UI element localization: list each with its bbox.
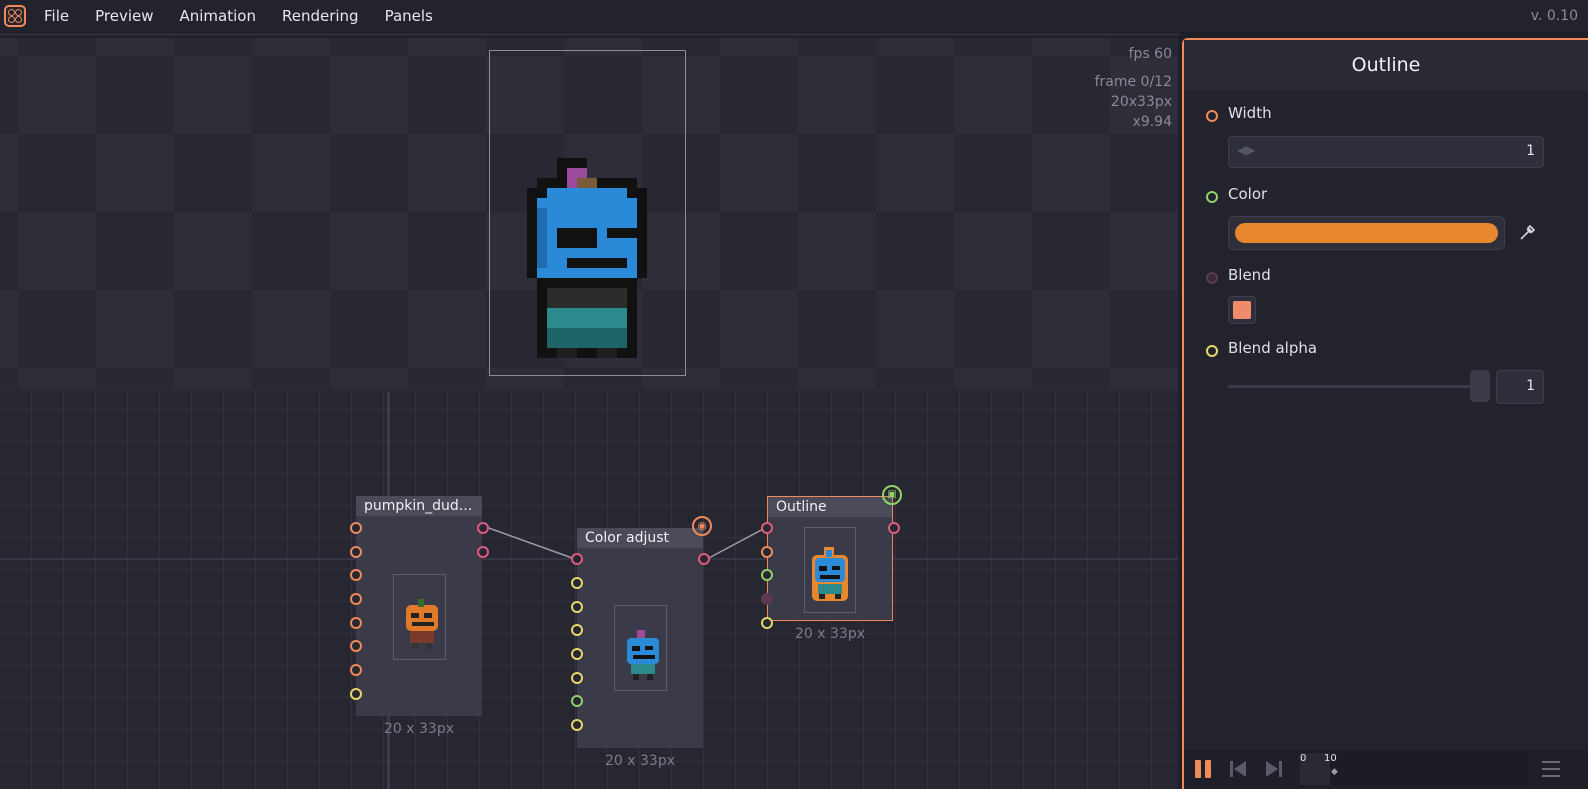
output-port[interactable]	[477, 522, 489, 534]
eye-icon[interactable]: ◉	[692, 516, 712, 536]
node-thumbnail	[614, 605, 667, 691]
node-title: Outline	[768, 497, 892, 517]
node-size-label: 20 x 33px	[384, 721, 454, 737]
color-label: Color	[1228, 185, 1268, 203]
input-port[interactable]	[350, 522, 362, 534]
blend-swatch	[1233, 301, 1251, 319]
node-color-adjust[interactable]: Color adjust	[577, 528, 703, 748]
timeline-track[interactable]: 0 10 ◆	[1300, 753, 1528, 785]
slider-arrows-icon: ◀▶	[1237, 143, 1256, 157]
input-port[interactable]	[761, 593, 773, 605]
timeline-marker-0: 0	[1300, 753, 1307, 764]
input-port[interactable]	[571, 553, 583, 565]
next-frame-icon[interactable]	[1264, 759, 1284, 779]
menu-bar: File Preview Animation Rendering Panels …	[0, 0, 1588, 32]
node-thumbnail	[393, 574, 446, 660]
input-port[interactable]	[571, 672, 583, 684]
node-graph[interactable]: pumpkin_dud... 20 x 33px Color adjust 20…	[0, 392, 1178, 789]
width-port-icon[interactable]	[1206, 110, 1218, 122]
blend-alpha-slider[interactable]	[1228, 385, 1490, 388]
blend-port-icon[interactable]	[1206, 272, 1218, 284]
width-value: 1	[1526, 143, 1535, 159]
previous-frame-icon[interactable]	[1228, 759, 1248, 779]
size-readout: 20x33px	[1110, 94, 1172, 110]
width-label: Width	[1228, 104, 1272, 122]
node-thumbnail	[804, 527, 856, 613]
color-port-icon[interactable]	[1206, 191, 1218, 203]
blend-alpha-port-icon[interactable]	[1206, 345, 1218, 357]
output-port[interactable]	[698, 553, 710, 565]
app-logo-icon[interactable]	[4, 5, 26, 27]
blend-alpha-label: Blend alpha	[1228, 339, 1318, 357]
playback-bar: 0 10 ◆	[1184, 749, 1588, 789]
node-title: pumpkin_dud...	[356, 496, 482, 516]
blend-label: Blend	[1228, 266, 1271, 284]
input-port[interactable]	[761, 569, 773, 581]
node-size-label: 20 x 33px	[795, 626, 865, 642]
color-swatch	[1235, 223, 1498, 243]
preview-sprite	[527, 158, 647, 358]
input-port[interactable]	[350, 688, 362, 700]
input-port[interactable]	[350, 640, 362, 652]
inspector-panel: Outline Width ◀▶ 1 Color Blend Blend alp…	[1182, 38, 1588, 789]
node-image-source[interactable]: pumpkin_dud...	[356, 496, 482, 716]
menu-icon[interactable]	[1542, 761, 1560, 777]
menu-preview[interactable]: Preview	[87, 7, 171, 25]
frame-readout: frame 0/12	[1094, 74, 1172, 90]
input-port[interactable]	[571, 577, 583, 589]
menu-file[interactable]: File	[36, 7, 87, 25]
input-port[interactable]	[350, 664, 362, 676]
version-label: v. 0.10	[1530, 8, 1578, 24]
node-title: Color adjust	[577, 528, 703, 548]
input-port[interactable]	[571, 648, 583, 660]
color-picker-field[interactable]	[1228, 216, 1505, 250]
pause-icon[interactable]	[1194, 759, 1212, 779]
input-port[interactable]	[350, 569, 362, 581]
blend-alpha-value: 1	[1526, 378, 1535, 394]
blend-alpha-field[interactable]: 1	[1496, 370, 1544, 404]
inspector-title: Outline	[1184, 40, 1588, 90]
input-port[interactable]	[571, 624, 583, 636]
input-port[interactable]	[571, 695, 583, 707]
output-port[interactable]	[477, 546, 489, 558]
input-port[interactable]	[761, 617, 773, 629]
node-outline[interactable]: Outline	[767, 496, 893, 621]
width-field[interactable]: ◀▶ 1	[1228, 136, 1544, 168]
menu-animation[interactable]: Animation	[172, 7, 274, 25]
input-port[interactable]	[571, 719, 583, 731]
output-port[interactable]	[888, 522, 900, 534]
input-port[interactable]	[761, 522, 773, 534]
menu-rendering[interactable]: Rendering	[274, 7, 377, 25]
divider	[0, 33, 1180, 36]
fps-readout: fps 60	[1128, 46, 1172, 62]
zoom-readout: x9.94	[1132, 114, 1172, 130]
blend-color-field[interactable]	[1228, 296, 1256, 324]
input-port[interactable]	[571, 601, 583, 613]
eyedropper-icon[interactable]	[1518, 222, 1538, 242]
node-size-label: 20 x 33px	[605, 753, 675, 769]
preview-panel[interactable]: fps 60 frame 0/12 20x33px x9.94	[0, 38, 1178, 388]
input-port[interactable]	[761, 546, 773, 558]
blend-alpha-slider-handle[interactable]	[1470, 370, 1490, 402]
output-icon[interactable]: ▣	[882, 485, 902, 505]
keyframe-icon: ◆	[1331, 767, 1338, 777]
timeline-marker-10: 10	[1324, 753, 1337, 764]
input-port[interactable]	[350, 593, 362, 605]
menu-panels[interactable]: Panels	[377, 7, 451, 25]
input-port[interactable]	[350, 617, 362, 629]
input-port[interactable]	[350, 546, 362, 558]
